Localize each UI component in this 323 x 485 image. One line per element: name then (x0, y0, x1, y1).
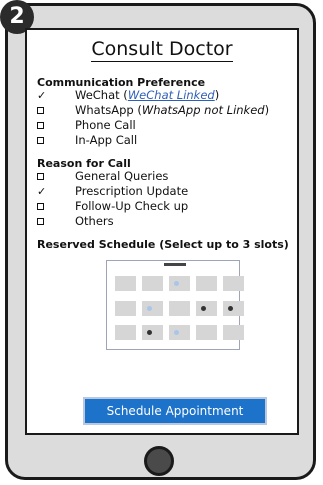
schedule-appointment-button[interactable]: Schedule Appointment (83, 397, 267, 425)
selected-dot (174, 330, 179, 335)
whatsapp-note: (WhatsApp not Linked) (133, 103, 270, 117)
check-icon[interactable]: ✓ (37, 89, 75, 102)
option-general-queries[interactable]: General Queries (37, 169, 188, 184)
option-label: In-App Call (75, 133, 138, 147)
option-whatsapp[interactable]: WhatsApp (WhatsApp not Linked) (37, 103, 269, 118)
schedule-slot[interactable] (169, 276, 190, 291)
schedule-slot[interactable] (223, 325, 244, 340)
option-prescription-update[interactable]: ✓ Prescription Update (37, 184, 188, 199)
schedule-calendar (106, 260, 244, 350)
reserved-schedule-header: Reserved Schedule (Select up to 3 slots) (37, 238, 289, 251)
checkbox-icon[interactable] (37, 107, 75, 114)
option-in-app-call[interactable]: In-App Call (37, 133, 269, 148)
screen: Consult Doctor Communication Preference … (25, 28, 299, 435)
schedule-slot[interactable] (169, 325, 190, 340)
option-follow-up[interactable]: Follow-Up Check up (37, 199, 188, 214)
option-label: WeChat (75, 88, 120, 102)
wechat-linked-link[interactable]: WeChat Linked (128, 88, 215, 102)
option-phone-call[interactable]: Phone Call (37, 118, 269, 133)
schedule-slot[interactable] (196, 325, 217, 340)
option-label: Others (75, 214, 114, 228)
selected-dot (147, 306, 152, 311)
option-label: General Queries (75, 169, 169, 183)
schedule-slot[interactable] (142, 276, 163, 291)
reason-options: General Queries ✓ Prescription Update Fo… (37, 169, 188, 229)
option-label: Follow-Up Check up (75, 199, 189, 213)
reserved-dot (228, 306, 233, 311)
checkbox-icon[interactable] (37, 203, 75, 210)
schedule-slot[interactable] (223, 301, 244, 316)
schedule-slot[interactable] (196, 276, 217, 291)
checkbox-icon[interactable] (37, 173, 75, 180)
option-label: WhatsApp (75, 103, 134, 117)
option-others[interactable]: Others (37, 214, 188, 229)
schedule-slot[interactable] (115, 301, 136, 316)
reserved-dot (201, 306, 206, 311)
reserved-dot (147, 330, 152, 335)
option-wechat[interactable]: ✓ WeChat (WeChat Linked) (37, 88, 269, 103)
checkbox-icon[interactable] (37, 122, 75, 129)
schedule-slot[interactable] (115, 276, 136, 291)
selected-dot (174, 281, 179, 286)
option-label: Prescription Update (75, 184, 189, 198)
calendar-handle (164, 263, 186, 266)
page-title-text: Consult Doctor (91, 38, 233, 62)
wechat-note: (WeChat Linked) (119, 88, 220, 102)
schedule-slot[interactable] (223, 276, 244, 291)
page-title: Consult Doctor (27, 38, 297, 62)
communication-options: ✓ WeChat (WeChat Linked) WhatsApp (Whats… (37, 88, 269, 148)
option-label: Phone Call (75, 118, 136, 132)
schedule-slot[interactable] (142, 325, 163, 340)
schedule-slot[interactable] (115, 325, 136, 340)
checkbox-icon[interactable] (37, 218, 75, 225)
schedule-slot[interactable] (169, 301, 190, 316)
schedule-slot[interactable] (196, 301, 217, 316)
schedule-slot[interactable] (142, 301, 163, 316)
home-button[interactable] (144, 446, 174, 476)
check-icon[interactable]: ✓ (37, 185, 75, 198)
checkbox-icon[interactable] (37, 137, 75, 144)
